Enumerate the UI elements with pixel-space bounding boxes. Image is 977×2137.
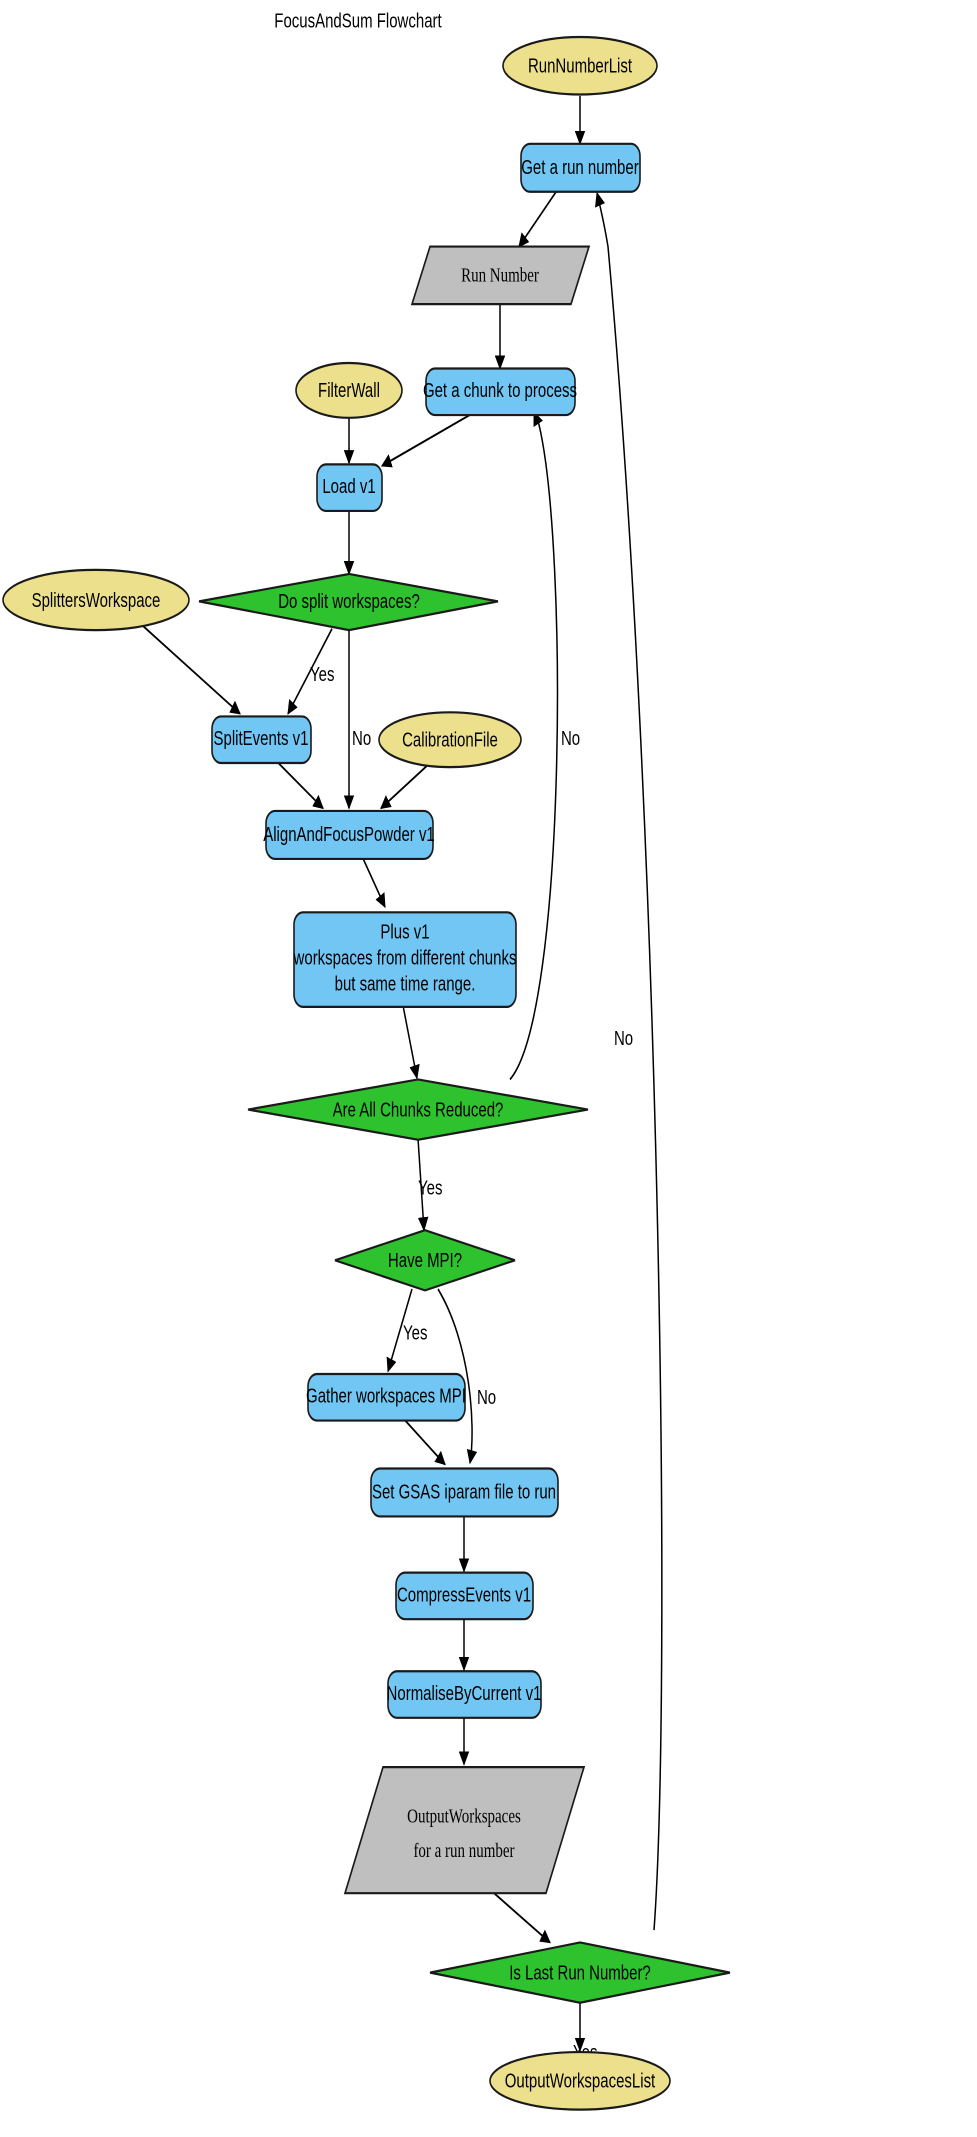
node-normalise[interactable]: NormaliseByCurrent v1 (387, 1670, 542, 1719)
node-splitevents-label: SplitEvents v1 (214, 727, 309, 750)
node-compressevents[interactable]: CompressEvents v1 (395, 1571, 534, 1621)
parallelogram-shape (343, 1766, 586, 1895)
node-outputwslist[interactable]: OutputWorkspacesList (489, 2050, 671, 2111)
node-outputws-label-line2: for a run number (413, 1839, 514, 1862)
node-alignfocus[interactable]: AlignAndFocusPowder v1 (263, 809, 435, 861)
node-calibrationfile-label: CalibrationFile (402, 728, 498, 751)
node-allchunks-label: Are All Chunks Reduced? (333, 1098, 504, 1121)
node-plus-label-line1: Plus v1 (380, 920, 429, 943)
node-dosplit-label: Do split workspaces? (278, 590, 420, 613)
node-gathermpi[interactable]: Gather workspaces MPI (306, 1372, 466, 1422)
node-filterwall[interactable]: FilterWall (295, 361, 403, 419)
edge-label-split-yes: Yes (310, 663, 334, 686)
node-outputwslist-label: OutputWorkspacesList (505, 2069, 655, 2092)
node-gathermpi-label: Gather workspaces MPI (306, 1384, 466, 1407)
node-setgsas-label: Set GSAS iparam file to run (372, 1480, 556, 1503)
node-getchunk-label: Get a chunk to process (423, 379, 577, 402)
node-load-label: Load v1 (322, 475, 375, 498)
edge-label-lastrun-no: No (614, 1027, 633, 1050)
node-plus-label-line2: workspaces from different chunks (293, 946, 517, 969)
node-splitters-label: SplittersWorkspace (32, 589, 161, 612)
node-islastrun-label: Is Last Run Number? (509, 1961, 651, 1984)
node-plus[interactable]: Plus v1 workspaces from different chunks… (293, 911, 517, 1008)
edge-label-mpi-no: No (477, 1386, 496, 1409)
node-splitevents[interactable]: SplitEvents v1 (211, 715, 312, 765)
node-getrunnumber[interactable]: Get a run number (520, 142, 641, 193)
node-runnumber[interactable]: Run Number (410, 245, 591, 306)
node-getrunnumber-label: Get a run number (521, 156, 638, 179)
node-load[interactable]: Load v1 (316, 463, 383, 513)
node-outputws[interactable]: OutputWorkspaces for a run number (343, 1766, 586, 1895)
node-havempi-label: Have MPI? (388, 1249, 462, 1272)
flowchart-canvas: FocusAndSum Flowchart Yes No No Yes Yes … (0, 0, 977, 2137)
node-getchunk[interactable]: Get a chunk to process (423, 367, 577, 417)
node-runnumberlist[interactable]: RunNumberList (502, 35, 658, 96)
node-compressevents-label: CompressEvents v1 (397, 1583, 531, 1606)
node-plus-label-line3: but same time range. (335, 972, 476, 995)
node-normalise-label: NormaliseByCurrent v1 (387, 1682, 542, 1705)
node-setgsas[interactable]: Set GSAS iparam file to run (370, 1467, 559, 1518)
node-outputws-label-line1: OutputWorkspaces (407, 1804, 521, 1827)
edge-label-chunks-no: No (561, 727, 580, 750)
node-filterwall-label: FilterWall (318, 379, 380, 402)
node-calibrationfile[interactable]: CalibrationFile (378, 711, 522, 769)
edge-label-mpi-yes: Yes (403, 1321, 427, 1344)
edge-label-split-no: No (352, 727, 371, 750)
node-runnumber-label: Run Number (461, 263, 539, 286)
node-alignfocus-label: AlignAndFocusPowder v1 (263, 823, 435, 846)
node-runnumberlist-label: RunNumberList (528, 54, 632, 77)
node-splitters[interactable]: SplittersWorkspace (2, 568, 190, 632)
diagram-title: FocusAndSum Flowchart (274, 9, 441, 32)
edge-label-chunks-yes: Yes (418, 1176, 442, 1199)
